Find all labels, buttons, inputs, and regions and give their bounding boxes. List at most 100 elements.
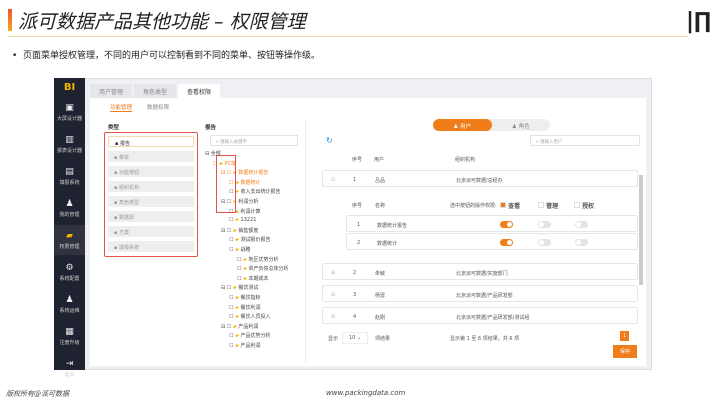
refresh-icon[interactable]: ↻ <box>326 136 333 145</box>
tab-role[interactable]: 角色类型 <box>134 84 177 98</box>
bi-logo: BI <box>63 82 76 93</box>
tree-node-label: 收入支出统计报告 <box>240 189 281 196</box>
tree-node[interactable]: ☐ ▰ 产品优势分析 <box>229 332 271 339</box>
tab-permission[interactable]: 查看权限 <box>178 84 221 98</box>
sidebar-icon: ♟ <box>65 199 74 209</box>
user-org: 北京派可数据/实施部门 <box>456 271 508 277</box>
user-row[interactable]: ⊟ 1 吕品 北京派可数据/总经办 <box>322 170 638 187</box>
tree-node[interactable]: ⊟ ☐ ▰ 销售额度 <box>221 227 258 234</box>
sidebar-item[interactable]: ▣ 大屏设计器 <box>54 97 85 127</box>
expand-icon[interactable]: ⊞ <box>331 314 335 320</box>
sidebar: BI ▣ 大屏设计器 ▥ 报表设计器 ▤ 填报系统 ♟ 我的管理 ▰ 权限管理 ⚙ 系统配置 ♟ 系统运维… <box>54 78 85 378</box>
seg-user[interactable]: ♟ 用户 <box>433 119 492 131</box>
type-item[interactable]: ▪ 菜单 <box>108 151 194 162</box>
tree-node[interactable]: ⊟ ☐ ▰ 产品利润 <box>221 323 258 330</box>
type-item[interactable]: ▪ 组织机构 <box>108 181 194 192</box>
user-name: 吕品 <box>375 178 386 184</box>
tree-node[interactable]: ☐ ▰ 测试报价报告 <box>229 236 271 243</box>
type-item[interactable]: ▪ 报告 <box>108 136 194 147</box>
type-item[interactable]: ▪ 功能按钮 <box>108 166 194 177</box>
sidebar-item[interactable]: ▦ 注册升级 <box>54 321 85 351</box>
user-row[interactable]: ⊞ 2 朱敏 北京派可数据/实施部门 <box>322 263 638 280</box>
tree-node[interactable]: ☐ ▰ 资产负债总体分析 <box>237 265 289 272</box>
view-toggle[interactable] <box>500 239 513 246</box>
type-item[interactable]: ▪ 方案 <box>108 226 194 237</box>
tree-node-label: 战略 <box>240 247 251 253</box>
tree-node[interactable]: ☐ ▰ 餐饮人员投入 <box>229 313 271 320</box>
tree-highlight <box>216 155 236 213</box>
sidebar-item[interactable]: ▤ 填报系统 <box>54 161 85 191</box>
view-toggle[interactable] <box>500 221 513 228</box>
tree-node[interactable]: ☐ ▰ 地区优势分析 <box>237 256 279 263</box>
sidebar-item[interactable]: ♟ 系统运维 <box>54 289 85 319</box>
grant-toggle[interactable] <box>575 221 588 228</box>
tree-node-label: 销售额度 <box>238 227 259 234</box>
sidebar-item[interactable]: ⇥ 退出 <box>54 353 85 383</box>
tree-node[interactable]: ☐ ▰ 本期成本 <box>237 275 269 282</box>
tab-user[interactable]: 用户管理 <box>90 84 133 98</box>
manage-toggle[interactable] <box>538 239 551 246</box>
user-search-input[interactable]: ⌕ 请输入用户 <box>530 135 640 146</box>
perm-row-name: 数据统计报告 <box>377 223 408 229</box>
sub-header-name: 名称 <box>375 203 386 209</box>
tree-node[interactable]: ☐ ▰ 13221 <box>229 217 256 223</box>
type-item[interactable]: ▪ 角色类型 <box>108 196 194 207</box>
user-row[interactable]: ⊞ 4 赵刚 北京派可数据/产品研发部/测试组 <box>322 307 638 324</box>
user-name: 赵刚 <box>375 315 386 321</box>
tree-node-label: 餐饮指标 <box>240 295 261 301</box>
subtab-function[interactable]: 功能管理 <box>110 103 133 112</box>
page-size-select[interactable]: 10 ⌄ <box>342 332 369 344</box>
grant-toggle[interactable] <box>575 239 588 246</box>
page-1-button[interactable]: 1 <box>620 331 630 341</box>
type-item[interactable]: ▪ 数据源 <box>108 211 194 222</box>
tree-node-label: 资产负债总体分析 <box>248 266 289 273</box>
seg-role[interactable]: ♟ 角色 <box>492 119 551 131</box>
tree-node[interactable]: ☐ ▰ 收入支出统计报告 <box>229 188 281 195</box>
perm-checkbox[interactable]: 授权 <box>574 201 594 210</box>
tree-node-label: 餐饮测试 <box>238 285 259 292</box>
bullet-content: 页面菜单授权管理，不同的用户可以控制看到不同的菜单、按钮等操作级。 <box>23 51 321 61</box>
sidebar-label: 系统配置 <box>59 276 80 282</box>
type-item-label: 功能按钮 <box>118 170 139 176</box>
expand-icon[interactable]: ⊞ <box>331 270 335 276</box>
user-org: 北京派可数据/产品研发部 <box>456 293 513 299</box>
sidebar-label: 注册升级 <box>59 340 80 346</box>
sidebar-item[interactable]: ▥ 报表设计器 <box>54 129 85 159</box>
manage-toggle[interactable] <box>538 221 551 228</box>
expand-icon[interactable]: ⊞ <box>331 292 335 298</box>
tree-search-input[interactable]: ⌕ 请输入关键字 <box>210 135 298 146</box>
brand-logo: |∏ <box>686 9 712 34</box>
prev-page-button[interactable]: ‹ <box>613 334 615 340</box>
type-item-label: 方案 <box>118 230 129 236</box>
tree-search-placeholder: 请输入关键字 <box>219 140 247 145</box>
scrollbar[interactable] <box>639 175 643 285</box>
perm-label: 查看 <box>508 203 521 210</box>
tree-node[interactable]: ☐ ▰ 产品利润 <box>229 342 261 349</box>
user-row[interactable]: ⊞ 3 杨雷 北京派可数据/产品研发部 <box>322 285 638 302</box>
subtab-data[interactable]: 数据权限 <box>147 103 169 111</box>
type-item-label: 报告 <box>119 141 130 147</box>
sidebar-item[interactable]: ♟ 我的管理 <box>54 193 85 223</box>
tree-label: 报告 <box>205 125 217 131</box>
perm-checkbox[interactable]: 查看 <box>500 201 520 210</box>
perm-row-no: 1 <box>357 222 361 228</box>
sidebar-label: 退出 <box>64 372 75 378</box>
perm-label: 授权 <box>582 203 595 210</box>
tree-node[interactable]: ☐ ▰ 战略 <box>229 246 251 253</box>
type-item-label: 填报系统 <box>118 245 139 251</box>
expand-icon[interactable]: ⊟ <box>331 177 335 183</box>
sidebar-item[interactable]: ▰ 权限管理 <box>54 225 85 255</box>
tree-node[interactable]: ☐ ▰ 餐饮指标 <box>229 294 261 301</box>
tree-node-label: 13221 <box>240 217 257 224</box>
next-page-button[interactable]: › <box>635 334 637 340</box>
type-item[interactable]: ▪ 填报系统 <box>108 241 194 252</box>
perm-checkbox[interactable]: 管理 <box>538 201 558 210</box>
slide-title: 派可数据产品其他功能 – 权限管理 <box>18 11 306 33</box>
permission-row: 2 数据统计 <box>346 233 638 250</box>
user-role-toggle: ♟ 用户 ♟ 角色 <box>433 119 550 131</box>
sidebar-item[interactable]: ⚙ 系统配置 <box>54 257 85 287</box>
perm-label: 管理 <box>546 203 559 210</box>
save-button[interactable]: 保存 <box>613 345 638 358</box>
tree-node[interactable]: ⊟ ☐ ▰ 餐饮测试 <box>221 284 258 291</box>
tree-node[interactable]: ☐ ▰ 餐饮利润 <box>229 304 261 311</box>
